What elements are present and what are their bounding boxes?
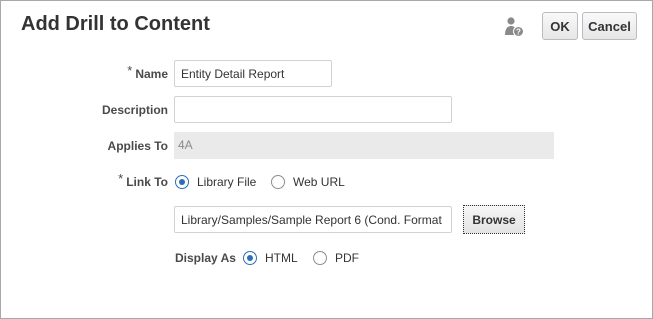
radio-web-url-label: Web URL (293, 175, 345, 189)
dialog-title: Add Drill to Content (21, 13, 210, 35)
radio-html-button[interactable] (243, 251, 257, 265)
name-label: * Name (127, 63, 168, 82)
radio-library-file-button[interactable] (175, 175, 189, 189)
applies-to-value: 4A (174, 132, 554, 159)
radio-library-file-label: Library File (197, 175, 257, 189)
display-as-label: Display As (175, 251, 236, 265)
radio-pdf-button[interactable] (313, 251, 327, 265)
ok-button[interactable]: OK (542, 12, 578, 40)
radio-library-file[interactable]: Library File (175, 175, 256, 189)
radio-web-url[interactable]: Web URL (271, 175, 345, 189)
user-help-icon[interactable]: ? (504, 16, 524, 38)
radio-html[interactable]: HTML (243, 251, 298, 265)
svg-text:?: ? (516, 28, 521, 37)
radio-pdf-label: PDF (335, 251, 359, 265)
add-drill-dialog: Add Drill to Content ? OK Cancel *Name D… (0, 0, 653, 319)
name-required-mark: * (127, 63, 133, 78)
radio-html-label: HTML (265, 251, 298, 265)
description-field[interactable] (174, 96, 452, 123)
browse-button[interactable]: Browse (463, 205, 525, 234)
radio-web-url-button[interactable] (271, 175, 285, 189)
radio-pdf[interactable]: PDF (313, 251, 359, 265)
name-field[interactable] (174, 60, 332, 87)
library-path-field[interactable] (174, 206, 452, 233)
link-to-required-mark: * (118, 171, 124, 186)
description-label: Description (101, 103, 168, 117)
cancel-button[interactable]: Cancel (582, 12, 637, 40)
applies-to-label: Applies To (107, 139, 168, 153)
link-to-label: * Link To (118, 171, 168, 190)
